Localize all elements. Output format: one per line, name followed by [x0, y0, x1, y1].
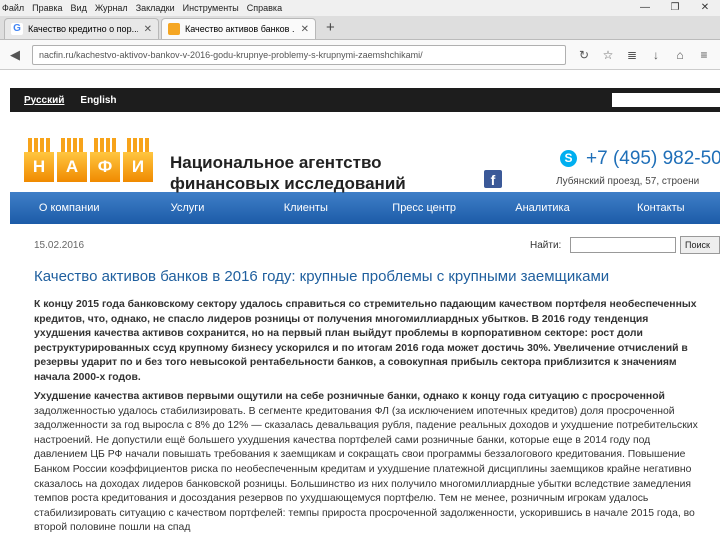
logo-letter: Ф [90, 138, 120, 182]
text-line: сказалось на доходах лидеров банковской … [34, 478, 692, 490]
menu-tools[interactable]: Инструменты [183, 3, 239, 13]
search-input[interactable] [570, 237, 676, 253]
search-button[interactable]: Поиск [680, 236, 720, 254]
lang-english[interactable]: English [80, 95, 116, 106]
text-line: второй половине пошли на спад [34, 522, 191, 534]
article-date: 15.02.2016 [34, 240, 85, 251]
nav-contacts[interactable]: Контакты [602, 202, 720, 214]
nav-about[interactable]: О компании [10, 202, 128, 214]
text-line: настроений. Не допустили ещё большего ух… [34, 434, 651, 446]
logo-letter: И [123, 138, 153, 182]
bookmark-star-icon[interactable]: ☆ [596, 48, 620, 62]
google-favicon-icon: G [11, 23, 23, 35]
menu-bar: Файл Правка Вид Журнал Закладки Инструме… [0, 0, 720, 16]
address-bar[interactable]: nacfin.ru/kachestvo-aktivov-bankov-v-201… [32, 44, 566, 65]
logo-letter: А [57, 138, 87, 182]
top-search-field[interactable] [612, 93, 720, 107]
text-line: резервы ударит по и без того невысокой р… [34, 357, 677, 369]
menu-bookmarks[interactable]: Закладки [136, 3, 175, 13]
bookmarks-list-icon[interactable]: ≣ [620, 48, 644, 62]
site-favicon-icon [168, 23, 180, 35]
language-bar: Русский English [10, 88, 720, 112]
skype-icon[interactable]: S [560, 150, 577, 167]
home-icon[interactable]: ⌂ [668, 48, 692, 62]
org-name-line1: Национальное агентство [170, 153, 382, 172]
site-header: Н А Ф И Национальное агентство финансовы… [10, 112, 720, 194]
menu-icon[interactable]: ≡ [692, 48, 716, 62]
body-paragraph: Ухудшение качества активов первыми ощути… [34, 390, 720, 536]
text-line: реструктурированных ссуд крупному бизнес… [34, 342, 688, 354]
nafi-logo[interactable]: Н А Ф И [24, 138, 156, 182]
nav-services[interactable]: Услуги [128, 202, 246, 214]
text-line: темпов роста кредитования и досоздания р… [34, 493, 649, 505]
browser-tab-1[interactable]: G Качество кредитно о пор... ✕ [4, 18, 159, 39]
text-line: Ухудшение качества активов первыми ощути… [34, 391, 665, 402]
text-line: ухудшения качества активов сохранится, н… [34, 328, 643, 340]
web-page: Русский English Н А Ф И Национальное аге… [10, 88, 720, 533]
reload-icon[interactable]: ↻ [572, 48, 596, 62]
logo-letter: Н [24, 138, 54, 182]
main-navigation: О компании Услуги Клиенты Пресс центр Ан… [10, 192, 720, 224]
address: Лубянский проезд, 57, строени [556, 176, 700, 187]
tab-title: Качество активов банков ... [185, 24, 295, 34]
text-line: кредитов, что, однако, не спасло лидеров… [34, 313, 649, 325]
lang-russian[interactable]: Русский [24, 95, 64, 106]
close-tab-icon[interactable]: ✕ [144, 24, 152, 35]
search-label: Найти: [530, 240, 562, 251]
text-line: К концу 2015 года банковскому сектору уд… [34, 299, 697, 310]
text-line: начала 2000-х годов. [34, 371, 141, 383]
close-window-button[interactable]: ✕ [690, 0, 720, 16]
text-line: давлением ЦБ РФ начали повышать требован… [34, 449, 686, 461]
article-title: Качество активов банков в 2016 году: кру… [34, 268, 610, 285]
facebook-icon[interactable]: f [484, 170, 502, 188]
back-arrow-icon[interactable]: ◀ [4, 44, 26, 66]
org-name: Национальное агентство финансовых исслед… [170, 152, 406, 194]
menu-history[interactable]: Журнал [95, 3, 128, 13]
minimize-button[interactable]: — [630, 0, 660, 16]
nav-press-center[interactable]: Пресс центр [365, 202, 483, 214]
nav-clients[interactable]: Клиенты [247, 202, 365, 214]
menu-edit[interactable]: Правка [32, 3, 62, 13]
navigation-bar: ◀ nacfin.ru/kachestvo-aktivov-bankov-v-2… [0, 40, 720, 70]
maximize-button[interactable]: ❐ [660, 0, 690, 16]
download-icon[interactable]: ↓ [644, 48, 668, 62]
menu-file[interactable]: Файл [2, 3, 24, 13]
org-name-line2: финансовых исследований [170, 174, 406, 193]
menu-view[interactable]: Вид [71, 3, 87, 13]
menu-help[interactable]: Справка [247, 3, 282, 13]
browser-tab-2[interactable]: Качество активов банков ... ✕ [161, 18, 316, 39]
text-line: Банком России коэффициентов риска по нео… [34, 463, 692, 475]
close-tab-icon[interactable]: ✕ [301, 24, 309, 35]
tab-bar: G Качество кредитно о пор... ✕ Качество … [0, 16, 720, 40]
text-line: стабилизировать ситуацию с качеством пор… [34, 507, 695, 519]
text-line: задолженностью удалось стабилизировать. … [34, 405, 675, 417]
phone-number: +7 (495) 982-502 [586, 148, 720, 169]
new-tab-button[interactable]: + [326, 17, 335, 39]
lead-paragraph: К концу 2015 года банковскому сектору уд… [34, 298, 720, 386]
nav-analytics[interactable]: Аналитика [483, 202, 601, 214]
tab-title: Качество кредитно о пор... [28, 24, 138, 34]
text-line: задолженности за год выросла с 8% до 12%… [34, 420, 698, 432]
